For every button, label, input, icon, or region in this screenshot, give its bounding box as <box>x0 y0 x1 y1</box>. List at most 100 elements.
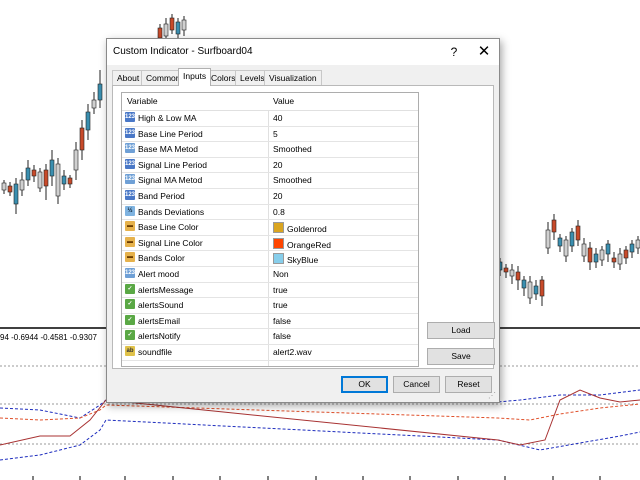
candle-body <box>169 17 175 31</box>
variable-value[interactable]: OrangeRed <box>273 237 331 250</box>
dialog-titlebar[interactable]: Custom Indicator - Surfboard04 ? ✕ <box>107 39 499 65</box>
reset-button[interactable]: Reset <box>445 376 492 393</box>
candle-body <box>43 169 49 187</box>
variable-name: Base MA Metod <box>138 144 199 155</box>
variable-value[interactable]: 20 <box>273 191 282 201</box>
candle-body <box>157 27 163 39</box>
grid-row[interactable]: ab soundfile alert2.wav <box>122 344 418 361</box>
inputs-grid[interactable]: Variable Value 123 High & Low MA 40 123 Base… <box>121 92 419 367</box>
variable-value[interactable]: true <box>273 285 288 295</box>
candle-body <box>587 247 593 263</box>
candle-body <box>55 163 61 197</box>
variable-name: Signal Line Color <box>138 237 203 248</box>
candle-body <box>163 23 169 37</box>
candle-body <box>629 243 635 253</box>
variable-value[interactable]: Smoothed <box>273 175 312 185</box>
grid-row[interactable]: 123 High & Low MA 40 <box>122 110 418 127</box>
load-button[interactable]: Load <box>427 322 495 339</box>
candle-body <box>557 237 563 247</box>
bool-icon: ✓ <box>125 314 135 325</box>
candle-body <box>599 249 605 261</box>
value-column-header[interactable]: Value <box>273 96 294 106</box>
variable-name: Signal Line Period <box>138 159 207 170</box>
enum-icon: 123 <box>125 174 136 185</box>
variable-value[interactable]: 40 <box>273 113 282 123</box>
candle-body <box>551 219 557 233</box>
grid-row[interactable]: ✓ alertsSound true <box>122 297 418 314</box>
candle-body <box>175 21 181 35</box>
candle-body <box>515 271 521 281</box>
candle-body <box>73 149 79 171</box>
candle-body <box>67 177 73 185</box>
candle-body <box>539 279 545 297</box>
variable-value[interactable]: false <box>273 316 291 326</box>
variable-value[interactable]: false <box>273 331 291 341</box>
variable-value[interactable]: Goldenrod <box>273 222 327 234</box>
candle-body <box>533 285 539 295</box>
variable-value[interactable]: Smoothed <box>273 144 312 154</box>
candle-body <box>617 253 623 265</box>
color-icon: ▬ <box>125 236 135 247</box>
integer-icon: 123 <box>125 158 136 169</box>
candle-body <box>85 111 91 131</box>
color-name: Goldenrod <box>287 224 327 235</box>
tab-inputs[interactable]: Inputs <box>178 68 212 86</box>
enum-icon: 123 <box>125 268 136 278</box>
grid-row[interactable]: ½ Bands Deviations 0.8 <box>122 204 418 221</box>
grid-row[interactable]: 123 Signal Line Period 20 <box>122 157 418 174</box>
help-button[interactable]: ? <box>441 42 467 62</box>
cancel-button[interactable]: Cancel <box>393 376 440 393</box>
tab-about[interactable]: About <box>112 70 145 85</box>
variable-name: Base Line Color <box>138 222 199 233</box>
variable-name: alertsSound <box>138 300 184 311</box>
grid-row[interactable]: 123 Signal MA Metod Smoothed <box>122 172 418 189</box>
double-icon: ½ <box>125 205 135 216</box>
variable-name: alertsEmail <box>138 315 181 326</box>
close-button[interactable]: ✕ <box>471 42 497 62</box>
ok-button[interactable]: OK <box>341 376 388 393</box>
grid-row[interactable]: 123 Alert mood Non <box>122 266 418 283</box>
grid-row[interactable]: ✓ alertsEmail false <box>122 313 418 330</box>
candle-body <box>509 269 515 277</box>
grid-row[interactable]: ✓ alertsNotify false <box>122 328 418 345</box>
candle-body <box>527 281 533 299</box>
grid-row[interactable]: ✓ alertsMessage true <box>122 282 418 299</box>
grid-row[interactable]: ▬ Base Line Color Goldenrod <box>122 219 418 236</box>
candle-body <box>593 253 599 263</box>
grid-row[interactable]: 123 Base Line Period 5 <box>122 126 418 143</box>
color-icon: ▬ <box>125 252 135 263</box>
tick-marks <box>32 476 601 480</box>
grid-header: Variable Value <box>122 93 418 111</box>
candle-body <box>563 239 569 257</box>
candle-body <box>569 231 575 247</box>
candle-body <box>91 99 97 109</box>
variable-name: Base Line Period <box>138 128 203 139</box>
bool-icon: ✓ <box>125 330 135 341</box>
variable-name: Bands Deviations <box>138 206 205 217</box>
variable-column-header[interactable]: Variable <box>127 96 158 106</box>
candle-body <box>581 243 587 257</box>
variable-value[interactable]: 20 <box>273 160 282 170</box>
grid-row[interactable]: ▬ Bands Color SkyBlue <box>122 250 418 267</box>
grid-row[interactable]: 123 Band Period 20 <box>122 188 418 205</box>
candle-body <box>7 185 13 193</box>
candle-body <box>79 127 85 151</box>
grid-row[interactable]: 123 Base MA Metod Smoothed <box>122 141 418 158</box>
variable-value[interactable]: alert2.wav <box>273 347 312 357</box>
variable-value[interactable]: SkyBlue <box>273 253 318 265</box>
variable-value[interactable]: 0.8 <box>273 207 285 217</box>
save-button[interactable]: Save <box>427 348 495 365</box>
color-swatch <box>273 237 284 249</box>
grid-row[interactable]: ▬ Signal Line Color OrangeRed <box>122 235 418 252</box>
variable-value[interactable]: 5 <box>273 129 278 139</box>
candle-body <box>61 175 67 185</box>
color-swatch <box>273 253 284 265</box>
candle-body <box>181 19 187 31</box>
tab-visualization[interactable]: Visualization <box>264 70 322 85</box>
resize-grip-icon[interactable]: ⋰ <box>488 391 498 401</box>
variable-value[interactable]: Non <box>273 269 289 279</box>
color-swatch <box>273 222 284 234</box>
integer-icon: 123 <box>125 127 136 138</box>
candle-body <box>49 159 55 177</box>
variable-value[interactable]: true <box>273 300 288 310</box>
